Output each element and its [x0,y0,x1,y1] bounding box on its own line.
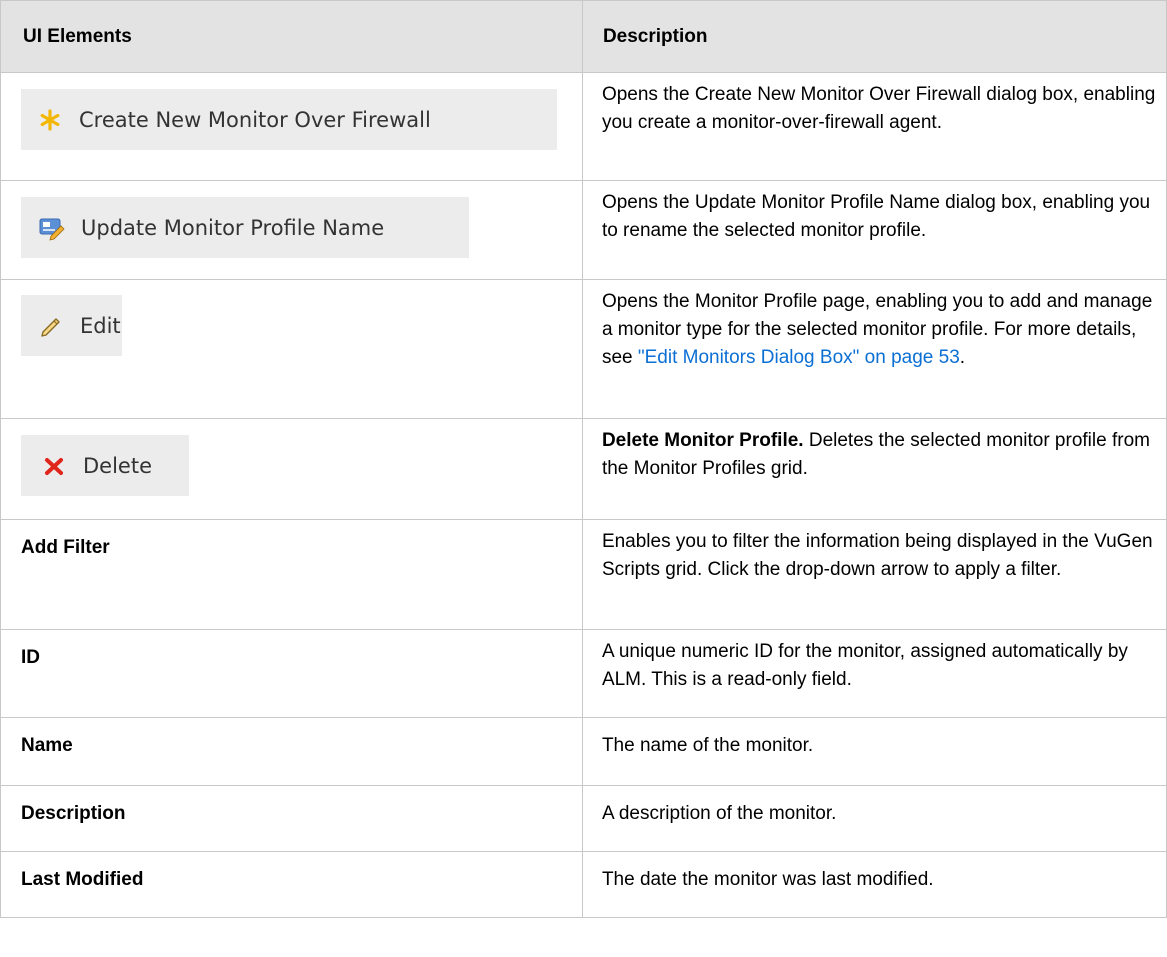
table-row: Delete Delete Monitor Profile. Deletes t… [0,418,1167,520]
table-row: Create New Monitor Over Firewall Opens t… [0,72,1167,181]
table-row: Name The name of the monitor. [0,717,1167,786]
row-description: Opens the Create New Monitor Over Firewa… [581,72,1167,181]
element-name: Description [0,785,583,852]
header-description: Description [581,0,1167,73]
edit-button[interactable]: Edit [21,295,122,356]
row-description: Enables you to filter the information be… [581,519,1167,630]
header-ui-elements: UI Elements [0,0,583,73]
header-row: UI Elements Description [0,0,1167,73]
row-description: A unique numeric ID for the monitor, ass… [581,629,1167,718]
delete-button[interactable]: Delete [21,435,189,496]
row-description: Opens the Update Monitor Profile Name di… [581,180,1167,280]
element-name: Name [0,717,583,786]
edit-monitors-dialog-link[interactable]: "Edit Monitors Dialog Box" on page 53 [638,347,960,368]
button-label: Delete [83,453,152,478]
table-row: Add Filter Enables you to filter the inf… [0,519,1167,630]
table-row: Last Modified The date the monitor was l… [0,851,1167,918]
table-row: Update Monitor Profile Name Opens the Up… [0,180,1167,280]
button-label: Update Monitor Profile Name [81,215,385,240]
update-monitor-profile-name-button[interactable]: Update Monitor Profile Name [21,197,469,258]
table-row: Edit Opens the Monitor Profile page, ena… [0,279,1167,419]
ui-elements-table: UI Elements Description Create New Monit… [0,0,1167,918]
row-description: Opens the Monitor Profile page, enabling… [581,279,1167,419]
delete-x-icon [41,453,67,479]
table-row: ID A unique numeric ID for the monitor, … [0,629,1167,718]
asterisk-icon [37,107,63,133]
button-label: Edit [80,313,121,338]
rename-card-icon [39,215,65,241]
button-label: Create New Monitor Over Firewall [79,107,431,132]
row-description: Delete Monitor Profile. Deletes the sele… [581,418,1167,520]
element-name: Add Filter [0,519,583,630]
row-description: The name of the monitor. [581,717,1167,786]
table-row: Description A description of the monitor… [0,785,1167,852]
element-name: Last Modified [0,851,583,918]
create-new-monitor-over-firewall-button[interactable]: Create New Monitor Over Firewall [21,89,557,150]
element-name: ID [0,629,583,718]
row-description: The date the monitor was last modified. [581,851,1167,918]
row-description: A description of the monitor. [581,785,1167,852]
pencil-icon [38,313,64,339]
